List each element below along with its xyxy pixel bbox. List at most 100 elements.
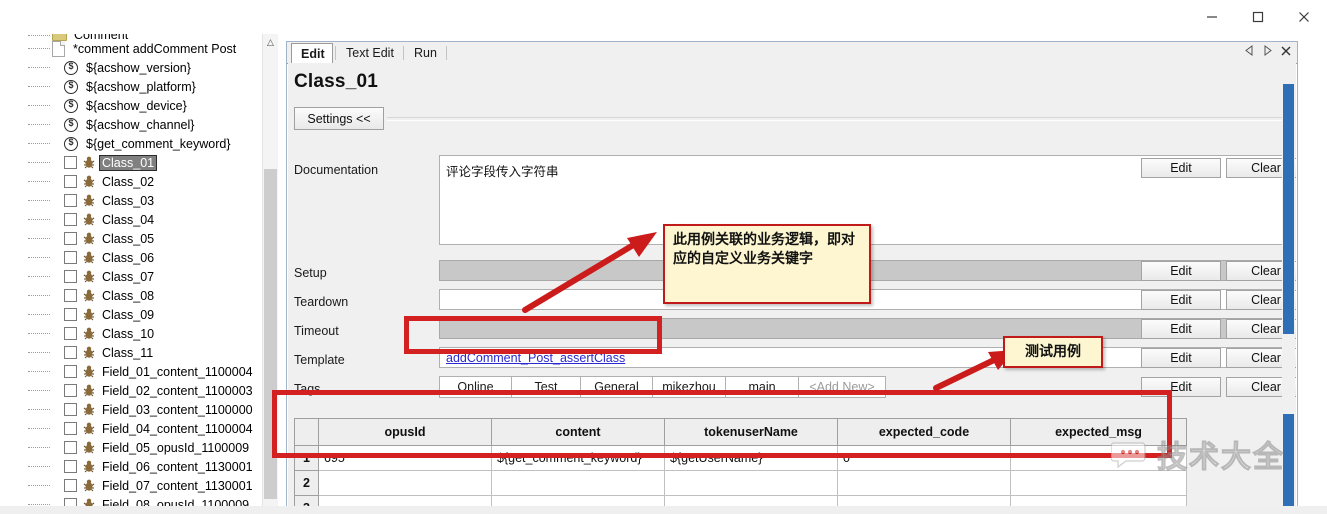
tree-item[interactable]: ${acshow_platform} [22, 77, 278, 96]
tree-item[interactable]: Class_05 [22, 229, 278, 248]
tree-item-checkbox[interactable] [64, 422, 77, 435]
tree-item-checkbox[interactable] [64, 479, 77, 492]
tree-item[interactable]: Class_08 [22, 286, 278, 305]
tree-item-checkbox[interactable] [64, 270, 77, 283]
tree-guide [22, 115, 52, 134]
tree-item[interactable]: Field_03_content_1100000 [22, 400, 278, 419]
tab-close-icon[interactable] [1281, 45, 1291, 59]
tree-item[interactable]: Class_01 [22, 153, 278, 172]
bottom-strip [0, 506, 1327, 514]
template-edit-button[interactable]: Edit [1141, 348, 1221, 368]
page-title: Class_01 [294, 71, 379, 92]
tree-item-label: Field_07_content_1130001 [102, 478, 253, 493]
tab-run[interactable]: Run [405, 44, 446, 63]
tab-text-edit[interactable]: Text Edit [337, 44, 403, 63]
grid-cell[interactable] [664, 470, 838, 496]
tree-item-label: *comment addComment Post [73, 41, 237, 56]
tree-item-checkbox[interactable] [64, 194, 77, 207]
tree-item[interactable]: Field_02_content_1100003 [22, 381, 278, 400]
tree-item-checkbox[interactable] [64, 289, 77, 302]
tree-item-checkbox[interactable] [64, 232, 77, 245]
tab-edit[interactable]: Edit [291, 43, 333, 64]
testcase-icon [83, 213, 95, 226]
table-row[interactable]: 2 [294, 470, 1187, 496]
tree-item[interactable]: Field_05_opusId_1100009 [22, 438, 278, 457]
testcase-icon [83, 156, 95, 169]
tab-prev-icon[interactable] [1245, 45, 1254, 59]
tree-item[interactable]: *comment addComment Post [22, 39, 278, 58]
tree-item[interactable]: Class_04 [22, 210, 278, 229]
watermark: 技术大全 [1111, 432, 1285, 476]
tree-guide [22, 324, 52, 343]
tree-item-label: Field_05_opusId_1100009 [102, 440, 250, 455]
scroll-up-icon[interactable]: △ [263, 34, 278, 50]
grid-cell[interactable] [837, 470, 1011, 496]
documentation-edit-button[interactable]: Edit [1141, 158, 1221, 178]
tree-item-label: Class_01 [98, 154, 158, 171]
settings-toggle-button[interactable]: Settings << [294, 107, 384, 130]
tree-item-checkbox[interactable] [64, 308, 77, 321]
testcase-icon [83, 327, 95, 340]
testcase-icon [83, 403, 95, 416]
tree-item-checkbox[interactable] [64, 441, 77, 454]
tree-guide [22, 77, 52, 96]
tree-item[interactable]: Class_02 [22, 172, 278, 191]
variable-icon [64, 98, 78, 113]
tree-item-checkbox[interactable] [64, 175, 77, 188]
tab-controls [1245, 45, 1291, 59]
tree-guide [22, 248, 52, 267]
watermark-text: 技术大全 [1157, 440, 1285, 476]
tree-item-checkbox[interactable] [64, 498, 77, 506]
test-suite-tree[interactable]: Comment *comment addComment Post${acshow… [22, 34, 278, 506]
tab-next-icon[interactable] [1263, 45, 1272, 59]
tree-item[interactable]: Field_04_content_1100004 [22, 419, 278, 438]
tree-item-checkbox[interactable] [64, 156, 77, 169]
grid-cell[interactable] [318, 470, 492, 496]
tree-item-checkbox[interactable] [64, 384, 77, 397]
close-icon[interactable] [1281, 0, 1327, 34]
tree-item-label: ${acshow_version} [86, 60, 191, 75]
tree-guide [22, 229, 52, 248]
variable-icon [64, 60, 78, 75]
tree-item[interactable]: ${acshow_version} [22, 58, 278, 77]
testcase-icon [83, 346, 95, 359]
testcase-icon [83, 308, 95, 321]
tree-item[interactable]: Field_01_content_1100004 [22, 362, 278, 381]
tree-item-checkbox[interactable] [64, 403, 77, 416]
tree-item-checkbox[interactable] [64, 327, 77, 340]
teardown-edit-button[interactable]: Edit [1141, 290, 1221, 310]
tree-item[interactable]: Class_10 [22, 324, 278, 343]
tree-item-checkbox[interactable] [64, 251, 77, 264]
tree-item[interactable]: Class_11 [22, 343, 278, 362]
tree-item[interactable]: Class_06 [22, 248, 278, 267]
tree-item-checkbox[interactable] [64, 213, 77, 226]
tree-guide [22, 210, 52, 229]
testcase-icon [83, 270, 95, 283]
testcase-icon [83, 460, 95, 473]
tree-item[interactable]: Field_06_content_1130001 [22, 457, 278, 476]
tree-item-checkbox[interactable] [64, 460, 77, 473]
maximize-icon[interactable] [1235, 0, 1281, 34]
tree-item-checkbox[interactable] [64, 365, 77, 378]
tree-item[interactable]: ${acshow_channel} [22, 115, 278, 134]
editor-scroll-thumb-top[interactable] [1283, 84, 1294, 334]
tree-item-label: Class_02 [102, 174, 155, 189]
tree-item[interactable]: Class_03 [22, 191, 278, 210]
tree-item[interactable]: Field_07_content_1130001 [22, 476, 278, 495]
tree-item-checkbox[interactable] [64, 346, 77, 359]
tree-item[interactable]: Class_09 [22, 305, 278, 324]
setup-edit-button[interactable]: Edit [1141, 261, 1221, 281]
tree-guide [22, 58, 52, 77]
tree-guide [22, 343, 52, 362]
tree-item[interactable]: ${get_comment_keyword} [22, 134, 278, 153]
settings-divider [387, 117, 1288, 121]
minimize-icon[interactable] [1189, 0, 1235, 34]
grid-cell[interactable] [491, 470, 665, 496]
tree-guide [22, 362, 52, 381]
tree-guide [22, 134, 52, 153]
tree-item[interactable]: ${acshow_device} [22, 96, 278, 115]
tree-item[interactable]: Class_07 [22, 267, 278, 286]
tree-item[interactable]: Field_08_opusId_1100009 [22, 495, 278, 506]
highlight-box-template [404, 316, 662, 354]
timeout-edit-button[interactable]: Edit [1141, 319, 1221, 339]
